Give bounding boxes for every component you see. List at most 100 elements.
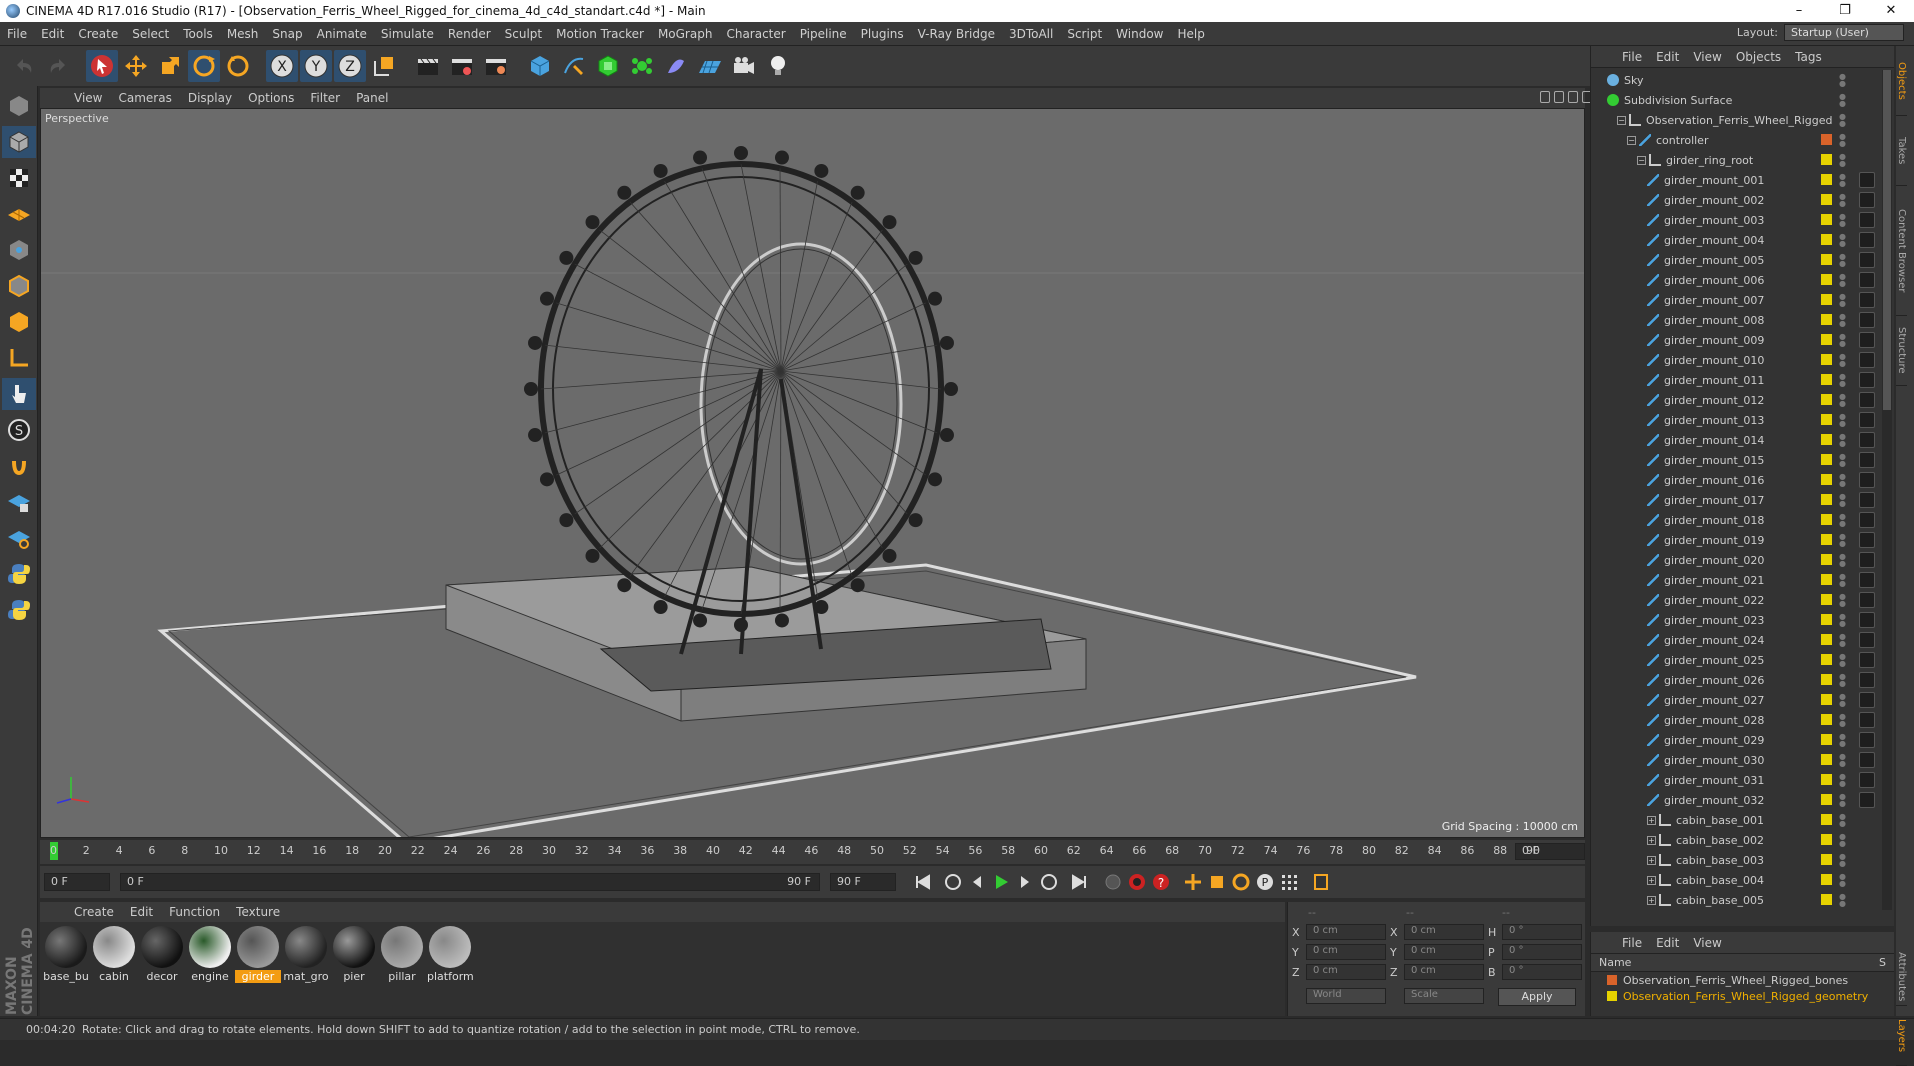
visibility-dots[interactable]: ● ● bbox=[1839, 93, 1846, 108]
deformer-icon[interactable] bbox=[660, 50, 692, 82]
object-row[interactable]: + cabin_base_005 ● ● bbox=[1591, 890, 1881, 910]
object-row[interactable]: girder_mount_010 ● ● bbox=[1591, 350, 1881, 370]
object-row[interactable]: girder_mount_031 ● ● bbox=[1591, 770, 1881, 790]
menu-window[interactable]: Window bbox=[1109, 22, 1170, 46]
object-row[interactable]: girder_mount_022 ● ● bbox=[1591, 590, 1881, 610]
object-row[interactable]: girder_mount_003 ● ● bbox=[1591, 210, 1881, 230]
side-tab-takes[interactable]: Takes bbox=[1896, 116, 1907, 186]
weight-tag-icon[interactable] bbox=[1859, 332, 1875, 348]
object-row[interactable]: girder_mount_024 ● ● bbox=[1591, 630, 1881, 650]
weight-tag-icon[interactable] bbox=[1859, 592, 1875, 608]
visibility-dots[interactable]: ● ● bbox=[1839, 233, 1846, 248]
viewport-menu-filter[interactable]: Filter bbox=[302, 91, 348, 105]
minimize-button[interactable]: – bbox=[1776, 0, 1822, 22]
pos-y-field[interactable]: 0 cm bbox=[1306, 944, 1386, 960]
objects-menu-objects[interactable]: Objects bbox=[1729, 50, 1788, 64]
magnet-icon[interactable] bbox=[2, 450, 36, 482]
visibility-dots[interactable]: ● ● bbox=[1839, 753, 1846, 768]
workplane-lock-icon[interactable] bbox=[2, 486, 36, 518]
viewport-menu-display[interactable]: Display bbox=[180, 91, 240, 105]
layer-color-tag[interactable] bbox=[1821, 214, 1832, 225]
side-tab-structure[interactable]: Structure bbox=[1896, 316, 1907, 386]
menu-3dtoall[interactable]: 3DToAll bbox=[1002, 22, 1060, 46]
weight-tag-icon[interactable] bbox=[1859, 472, 1875, 488]
keyframe-selection-icon[interactable]: ? bbox=[1150, 871, 1172, 893]
weight-tag-icon[interactable] bbox=[1859, 372, 1875, 388]
object-row[interactable]: girder_mount_032 ● ● bbox=[1591, 790, 1881, 810]
render-picture-viewer-icon[interactable] bbox=[446, 50, 478, 82]
layer-color-tag[interactable] bbox=[1821, 614, 1832, 625]
render-view-icon[interactable] bbox=[412, 50, 444, 82]
object-row[interactable]: girder_mount_013 ● ● bbox=[1591, 410, 1881, 430]
weight-tag-icon[interactable] bbox=[1859, 512, 1875, 528]
go-to-start-icon[interactable] bbox=[912, 871, 934, 893]
previous-key-icon[interactable] bbox=[942, 871, 964, 893]
object-row[interactable]: girder_mount_002 ● ● bbox=[1591, 190, 1881, 210]
layer-color-tag[interactable] bbox=[1821, 254, 1832, 265]
material-menu-texture[interactable]: Texture bbox=[228, 905, 288, 919]
pen-spline-icon[interactable] bbox=[558, 50, 590, 82]
rot-h-field[interactable]: 0 ° bbox=[1502, 924, 1582, 940]
visibility-dots[interactable]: ● ● bbox=[1839, 193, 1846, 208]
visibility-dots[interactable]: ● ● bbox=[1839, 593, 1846, 608]
rotation-key-icon[interactable] bbox=[1230, 871, 1252, 893]
zoom-view-icon[interactable] bbox=[1554, 91, 1564, 103]
visibility-dots[interactable]: ● ● bbox=[1839, 513, 1846, 528]
side-tab-content-browser[interactable]: Content Browser bbox=[1896, 186, 1907, 316]
menu-v-ray-bridge[interactable]: V-Ray Bridge bbox=[911, 22, 1002, 46]
menu-create[interactable]: Create bbox=[71, 22, 125, 46]
layers-menu-edit[interactable]: Edit bbox=[1649, 936, 1686, 950]
visibility-dots[interactable]: ● ● bbox=[1839, 373, 1846, 388]
texture-mode-icon[interactable] bbox=[2, 162, 36, 194]
visibility-dots[interactable]: ● ● bbox=[1839, 273, 1846, 288]
weight-tag-icon[interactable] bbox=[1859, 452, 1875, 468]
menu-snap[interactable]: Snap bbox=[265, 22, 309, 46]
axis-mode-icon[interactable] bbox=[2, 342, 36, 374]
object-row[interactable]: girder_mount_009 ● ● bbox=[1591, 330, 1881, 350]
menu-mograph[interactable]: MoGraph bbox=[651, 22, 720, 46]
object-row[interactable]: girder_mount_026 ● ● bbox=[1591, 670, 1881, 690]
object-row[interactable]: Subdivision Surface ● ● bbox=[1591, 90, 1881, 110]
close-button[interactable]: ✕ bbox=[1868, 0, 1914, 22]
weight-tag-icon[interactable] bbox=[1859, 192, 1875, 208]
recent-tool-icon[interactable] bbox=[222, 50, 254, 82]
objects-menu-view[interactable]: View bbox=[1686, 50, 1728, 64]
move-view-icon[interactable] bbox=[1540, 91, 1550, 103]
layer-row[interactable]: Observation_Ferris_Wheel_Rigged_geometry bbox=[1591, 988, 1894, 1004]
z-axis-icon[interactable]: Z bbox=[334, 50, 366, 82]
object-row[interactable]: + cabin_base_003 ● ● bbox=[1591, 850, 1881, 870]
material-swatch[interactable]: platform bbox=[427, 926, 473, 1012]
timeline-ruler[interactable]: 0 F 0 2 4 6 8 10 12 14 16 18 20 22 24 26 28 30 32 34 36 38 4… bbox=[40, 840, 1585, 864]
viewport-menu-panel[interactable]: Panel bbox=[348, 91, 396, 105]
weight-tag-icon[interactable] bbox=[1859, 792, 1875, 808]
object-row[interactable]: girder_mount_019 ● ● bbox=[1591, 530, 1881, 550]
previous-frame-icon[interactable] bbox=[966, 871, 988, 893]
weight-tag-icon[interactable] bbox=[1859, 712, 1875, 728]
weight-tag-icon[interactable] bbox=[1859, 732, 1875, 748]
object-row[interactable]: + cabin_base_004 ● ● bbox=[1591, 870, 1881, 890]
visibility-dots[interactable]: ● ● bbox=[1839, 853, 1846, 868]
menu-render[interactable]: Render bbox=[441, 22, 498, 46]
object-row[interactable]: girder_mount_005 ● ● bbox=[1591, 250, 1881, 270]
layer-color-tag[interactable] bbox=[1821, 454, 1832, 465]
material-swatch[interactable]: engine bbox=[188, 926, 232, 1012]
x-axis-icon[interactable]: X bbox=[266, 50, 298, 82]
weight-tag-icon[interactable] bbox=[1859, 632, 1875, 648]
layer-color-tag[interactable] bbox=[1821, 654, 1832, 665]
apply-button[interactable]: Apply bbox=[1498, 988, 1576, 1006]
go-to-end-icon[interactable] bbox=[1068, 871, 1090, 893]
layers-menu-view[interactable]: View bbox=[1686, 936, 1728, 950]
menu-pipeline[interactable]: Pipeline bbox=[793, 22, 854, 46]
make-editable-icon[interactable] bbox=[2, 90, 36, 122]
size-x-field[interactable]: 0 cm bbox=[1404, 924, 1484, 940]
weight-tag-icon[interactable] bbox=[1859, 232, 1875, 248]
visibility-dots[interactable]: ● ● bbox=[1839, 493, 1846, 508]
workplane-mode-icon[interactable] bbox=[2, 198, 36, 230]
layer-color-tag[interactable] bbox=[1821, 154, 1832, 165]
expand-toggle-icon[interactable]: + bbox=[1647, 855, 1656, 865]
visibility-dots[interactable]: ● ● bbox=[1839, 833, 1846, 848]
timeline-window-icon[interactable] bbox=[1310, 871, 1332, 893]
expand-toggle-icon[interactable]: + bbox=[1647, 875, 1656, 885]
layer-color-tag[interactable] bbox=[1821, 774, 1832, 785]
layer-color-tag[interactable] bbox=[1821, 674, 1832, 685]
